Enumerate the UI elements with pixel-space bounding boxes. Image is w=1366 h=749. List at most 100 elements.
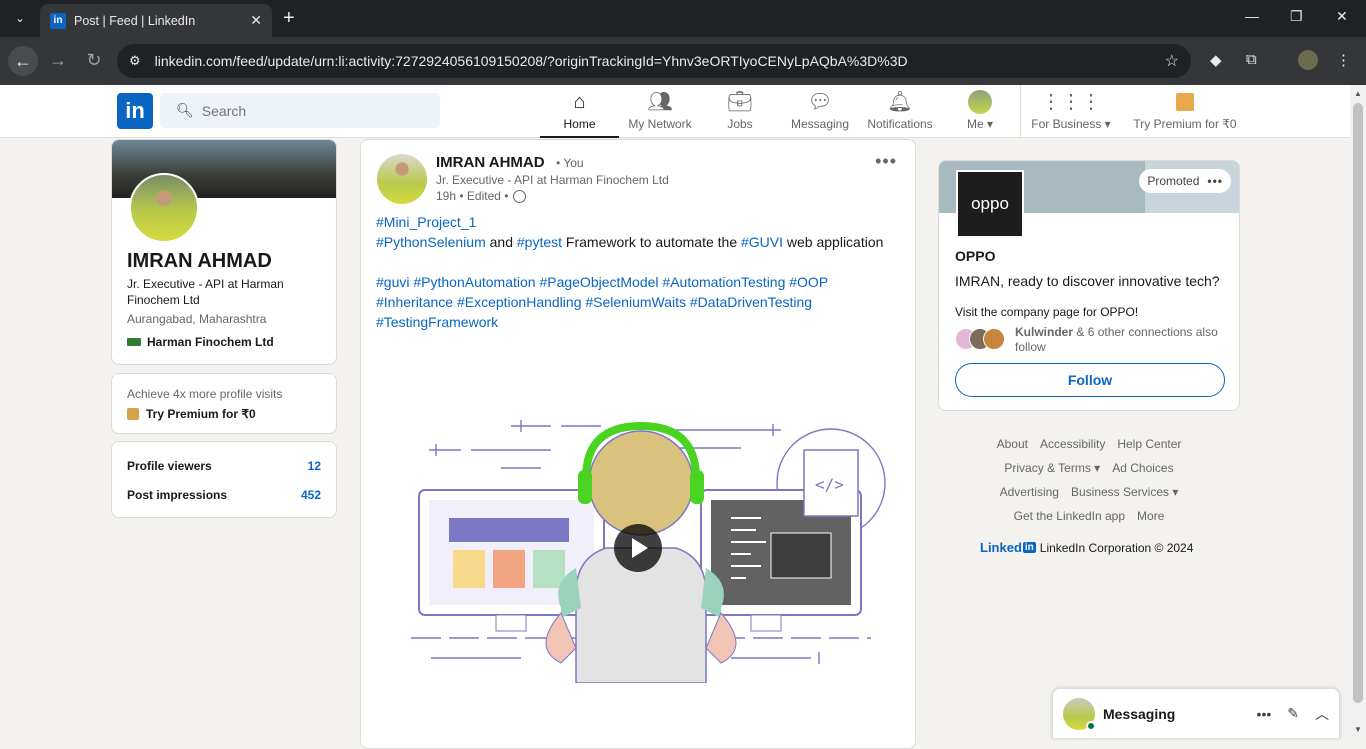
browser-tab-strip: ⌄ in Post | Feed | LinkedIn ✕ + — ❐ ✕: [0, 0, 1366, 37]
chevron-up-icon[interactable]: ︿: [1315, 704, 1329, 724]
network-icon: 👥︎: [647, 91, 673, 113]
nav-label: Notifications: [867, 117, 933, 131]
footer-link[interactable]: Help Center: [1117, 437, 1181, 451]
extensions-puzzle-icon[interactable]: ⧉: [1246, 51, 1257, 68]
hashtag-link[interactable]: #Mini_Project_1: [376, 214, 476, 230]
stat-profile-viewers[interactable]: Profile viewers 12: [127, 459, 321, 473]
premium-cta[interactable]: Try Premium for ₹0: [127, 407, 321, 421]
messaging-overlay[interactable]: Messaging ••• ✎ ︿: [1052, 688, 1340, 738]
nav-me[interactable]: Me ▾: [955, 85, 1005, 138]
nav-for-business[interactable]: ⋮⋮⋮ For Business ▾: [1030, 85, 1112, 138]
premium-card[interactable]: Achieve 4x more profile visits Try Premi…: [111, 373, 337, 434]
tab-search-icon[interactable]: ⌄: [8, 6, 32, 30]
ad-tagline: IMRAN, ready to discover innovative tech…: [955, 273, 1220, 289]
post-author-avatar[interactable]: [377, 154, 427, 204]
nav-my-network[interactable]: 👥︎ My Network: [623, 85, 697, 138]
browser-menu-icon[interactable]: ⋮: [1336, 51, 1351, 69]
ad-company-name[interactable]: OPPO: [955, 248, 995, 264]
post-text-fragment: web application: [783, 234, 884, 250]
connection-name: Kulwinder: [1015, 325, 1074, 339]
svg-text:</>: </>: [815, 475, 844, 494]
avatar: [1063, 697, 1096, 731]
site-info-icon[interactable]: ⚙: [129, 53, 141, 69]
hashtag-link[interactable]: #PythonSelenium: [376, 234, 486, 250]
profile-card[interactable]: IMRAN AHMAD Jr. Executive - API at Harma…: [111, 139, 337, 365]
messaging-label[interactable]: Messaging: [1103, 706, 1241, 722]
oppo-logo[interactable]: oppo: [956, 170, 1024, 238]
footer-link[interactable]: Ad Choices: [1112, 461, 1173, 475]
profile-location: Aurangabad, Maharashtra: [127, 312, 267, 326]
footer-link[interactable]: About: [997, 437, 1028, 451]
nav-label: Me ▾: [966, 117, 994, 131]
footer-links: About Accessibility Help Center Privacy & …: [938, 432, 1240, 528]
browser-profile-avatar[interactable]: [1298, 50, 1318, 70]
hashtag-link[interactable]: #GUVI: [741, 234, 783, 250]
profile-avatar[interactable]: [129, 173, 199, 243]
ad-connections: Kulwinder & 6 other connections also fol…: [955, 325, 1230, 355]
profile-headline: Jr. Executive - API at Harman Finochem L…: [127, 277, 284, 307]
post-author-headline: Jr. Executive - API at Harman Finochem L…: [436, 173, 669, 187]
hashtag-line[interactable]: #Inheritance #ExceptionHandling #Seleniu…: [376, 292, 906, 312]
nav-notifications[interactable]: 🔔︎ Notifications: [864, 85, 936, 138]
nav-label: Jobs: [727, 117, 753, 131]
post-time-text: 19h • Edited •: [436, 189, 509, 203]
reload-icon[interactable]: ↻: [82, 50, 106, 71]
extension-icon[interactable]: ◆: [1210, 51, 1222, 69]
ad-more-icon[interactable]: •••: [1207, 174, 1223, 188]
profile-name[interactable]: IMRAN AHMAD: [127, 250, 272, 273]
post-more-icon[interactable]: •••: [875, 151, 897, 172]
footer-link[interactable]: Accessibility: [1040, 437, 1105, 451]
close-window-icon[interactable]: ✕: [1336, 8, 1348, 25]
promoted-badge: Promoted •••: [1139, 169, 1231, 193]
search-box[interactable]: 🔍︎: [160, 93, 440, 128]
nav-label: For Business ▾: [1031, 117, 1111, 131]
footer-link[interactable]: Get the LinkedIn app: [1014, 509, 1125, 523]
more-options-icon[interactable]: •••: [1257, 706, 1272, 722]
footer-link[interactable]: Advertising: [1000, 485, 1059, 499]
post-author-badge: • You: [556, 156, 584, 170]
stat-value: 12: [307, 459, 321, 473]
online-status-dot: [1086, 720, 1096, 731]
url-text[interactable]: linkedin.com/feed/update/urn:li:activity…: [155, 53, 1165, 69]
nav-home[interactable]: ⌂ Home: [540, 85, 619, 138]
follow-button[interactable]: Follow: [955, 363, 1225, 397]
post-meta: 19h • Edited •: [436, 189, 527, 203]
stat-label: Profile viewers: [127, 459, 212, 473]
premium-icon: [1176, 93, 1194, 111]
nav-label: Home: [563, 117, 596, 131]
page-scrollbar[interactable]: ▲ ▼: [1350, 85, 1366, 738]
forward-icon[interactable]: →: [46, 50, 70, 71]
search-input[interactable]: [201, 102, 422, 119]
copyright-text: LinkedIn Corporation © 2024: [1039, 540, 1194, 555]
scroll-down-icon[interactable]: ▼: [1354, 725, 1362, 734]
scrollbar-thumb[interactable]: [1353, 103, 1363, 703]
footer-link[interactable]: Privacy & Terms ▾: [1004, 461, 1100, 475]
profile-company[interactable]: Harman Finochem Ltd: [127, 335, 274, 349]
scroll-up-icon[interactable]: ▲: [1354, 89, 1362, 98]
omnibox[interactable]: ⚙ linkedin.com/feed/update/urn:li:activi…: [117, 44, 1191, 78]
premium-pitch: Achieve 4x more profile visits: [127, 387, 283, 401]
close-tab-icon[interactable]: ✕: [250, 12, 262, 29]
back-icon[interactable]: ←: [8, 46, 38, 76]
play-icon[interactable]: [614, 524, 662, 572]
new-tab-icon[interactable]: +: [283, 7, 295, 30]
nav-label: My Network: [628, 117, 692, 131]
footer-link[interactable]: More: [1137, 509, 1164, 523]
linkedin-logo[interactable]: in: [117, 93, 153, 129]
search-icon: 🔍︎: [176, 102, 194, 118]
hashtag-line[interactable]: #guvi #PythonAutomation #PageObjectModel…: [376, 272, 906, 292]
stat-post-impressions[interactable]: Post impressions 452: [127, 488, 321, 502]
browser-tab[interactable]: in Post | Feed | LinkedIn ✕: [40, 4, 272, 37]
minimize-icon[interactable]: —: [1245, 8, 1259, 24]
bookmark-star-icon[interactable]: ☆: [1165, 51, 1179, 71]
nav-try-premium[interactable]: Try Premium for ₹0: [1130, 85, 1240, 138]
nav-messaging[interactable]: 💬︎ Messaging: [786, 85, 854, 138]
hashtag-line[interactable]: #TestingFramework: [376, 312, 906, 332]
restore-icon[interactable]: ❐: [1290, 8, 1303, 25]
compose-icon[interactable]: ✎: [1287, 705, 1299, 722]
nav-jobs[interactable]: 💼︎ Jobs: [710, 85, 770, 138]
post-author-name[interactable]: IMRAN AHMAD: [436, 154, 545, 171]
nav-label: Messaging: [790, 117, 850, 131]
footer-link[interactable]: Business Services ▾: [1071, 485, 1178, 499]
hashtag-link[interactable]: #pytest: [517, 234, 562, 250]
